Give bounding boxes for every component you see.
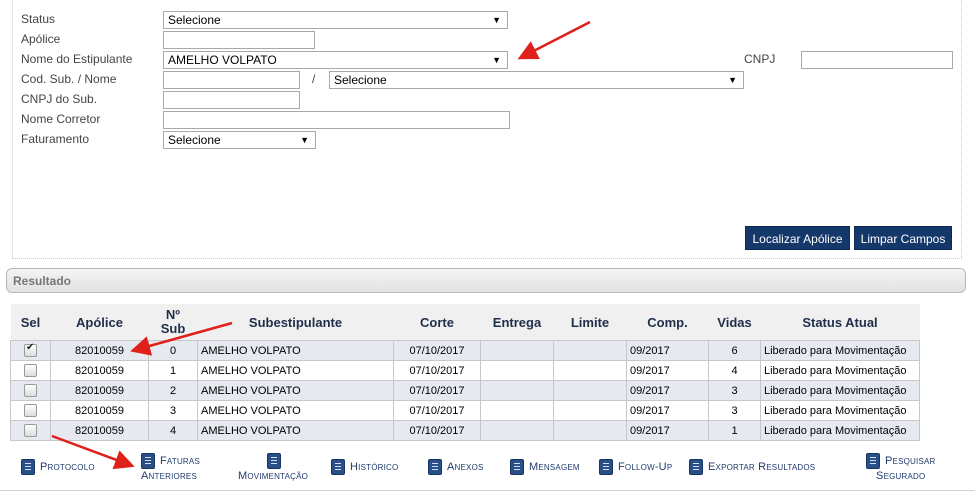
annotation-arrows [51, 20, 591, 470]
annotation-arrow [51, 434, 135, 470]
annotation-arrow [517, 20, 591, 60]
annotation-arrow [130, 321, 233, 356]
